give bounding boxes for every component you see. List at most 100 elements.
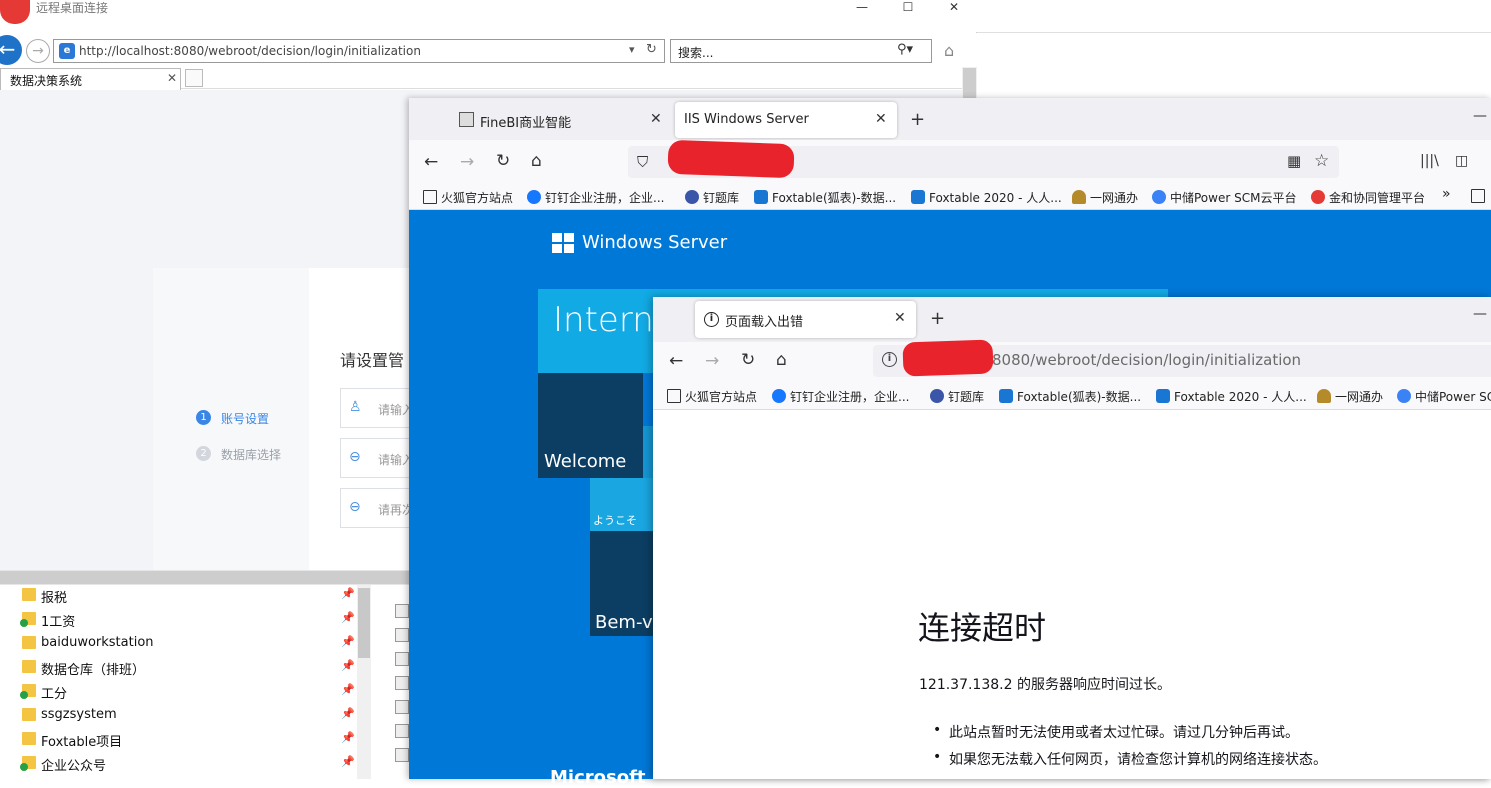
new-tab-icon[interactable]: + [930, 308, 945, 329]
quiz-icon [685, 190, 699, 204]
microsoft-footer: Microsoft [550, 767, 646, 788]
bookmark-item[interactable]: 金和协同管理平台 [1311, 189, 1425, 206]
folder-icon [22, 732, 36, 745]
pin-icon: 📌 [341, 659, 355, 672]
back-arrow-icon[interactable]: ← [424, 152, 438, 172]
ie-address-bar[interactable]: e http://localhost:8080/webroot/decision… [53, 39, 665, 63]
forward-arrow-icon[interactable]: → [460, 152, 474, 172]
step-label-database[interactable]: 数据库选择 [221, 446, 281, 463]
bookmark-item[interactable]: 火狐官方站点 [667, 388, 757, 405]
minimize-button[interactable]: — [842, 0, 882, 16]
info-icon[interactable]: i [882, 352, 897, 367]
forward-arrow-icon[interactable]: → [26, 39, 50, 63]
back-arrow-icon[interactable]: ← [669, 351, 683, 371]
close-button[interactable]: ✕ [934, 0, 974, 16]
ie-favicon-icon: e [59, 43, 75, 59]
jinhe-icon [1311, 190, 1325, 204]
lock-icon: ⊖ [349, 499, 361, 515]
search-icon[interactable]: ⚲▾ [897, 42, 913, 57]
dropdown-icon[interactable]: ▾ [629, 43, 635, 56]
list-item[interactable]: 企业公众号 📌 [18, 752, 358, 776]
cloud-icon [1397, 389, 1411, 403]
file-icon [395, 748, 409, 762]
minimize-button[interactable]: — [1473, 108, 1487, 124]
qr-code-icon[interactable]: ▦ [1287, 152, 1301, 170]
ff2-url-text[interactable]: 8080/webroot/decision/login/initializati… [992, 351, 1301, 369]
list-item[interactable]: Foxtable项目 📌 [18, 728, 358, 752]
shield-icon[interactable]: ⛉ [637, 153, 648, 171]
search-input[interactable]: 搜索... [678, 44, 713, 61]
folder-icon [22, 588, 36, 601]
pin-icon: 📌 [341, 635, 355, 648]
list-item[interactable]: 数据仓库（排班） 📌 [18, 656, 358, 680]
reload-icon[interactable]: ↻ [741, 350, 755, 370]
scrollbar-thumb[interactable] [358, 588, 370, 658]
more-bookmarks-icon[interactable]: » [1442, 186, 1451, 202]
folder-name: 报税 [41, 591, 68, 606]
file-icon [395, 724, 409, 738]
divider [977, 32, 1491, 33]
list-item[interactable]: baiduworkstation 📌 [18, 632, 358, 656]
rdp-window-title: 远程桌面连接 [36, 1, 109, 15]
ie-search-box[interactable]: 搜索... ⚲▾ [670, 39, 932, 63]
bookmark-label: 火狐官方站点 [685, 390, 758, 404]
bookmark-label: 火狐官方站点 [441, 191, 514, 205]
bookmark-label: 钉题库 [948, 390, 985, 404]
welcome-tile-text: Bem-vi [595, 612, 658, 633]
bookmark-item[interactable]: 一网通办 [1317, 388, 1383, 405]
bookmark-item[interactable]: 钉钉企业注册，企业... [527, 189, 664, 206]
file-icon [395, 628, 409, 642]
bookmark-star-icon[interactable]: ☆ [1314, 151, 1329, 171]
sidebar-icon[interactable]: ◫ [1455, 153, 1468, 169]
library-icon[interactable]: |||\ [1420, 153, 1439, 169]
home-icon[interactable]: ⌂ [531, 151, 542, 171]
list-item[interactable]: 工分 📌 [18, 680, 358, 704]
bookmark-label: 一网通办 [1090, 191, 1139, 205]
step-number: 2 [196, 446, 211, 461]
bookmark-label: 中储Power SC [1415, 390, 1491, 404]
bookmark-item[interactable] [1471, 189, 1489, 204]
bookmark-item[interactable]: 钉钉企业注册，企业... [772, 388, 909, 405]
foxtable-icon [754, 190, 768, 204]
bookmark-label: Foxtable(狐表)-数据... [1017, 390, 1142, 404]
bookmark-label: 钉题库 [703, 191, 740, 205]
bookmark-item[interactable]: Foxtable 2020 - 人人... [911, 189, 1062, 206]
welcome-tile-text: Welcome [544, 451, 627, 472]
bookmark-item[interactable]: 中储Power SC [1397, 388, 1491, 405]
sync-check-icon [20, 763, 28, 771]
ie-tab[interactable]: 数据决策系统 ✕ [0, 68, 181, 90]
bookmark-item[interactable]: 钉题库 [685, 189, 739, 206]
bookmark-item[interactable]: 一网通办 [1072, 189, 1138, 206]
file-icon [395, 700, 409, 714]
close-tab-icon[interactable]: ✕ [894, 310, 906, 326]
list-item[interactable]: 报税 📌 [18, 584, 358, 608]
bookmark-item[interactable]: 火狐官方站点 [423, 189, 513, 206]
refresh-icon[interactable]: ↻ [646, 42, 657, 57]
list-item[interactable]: 1工资 📌 [18, 608, 358, 632]
bookmark-item[interactable]: Foxtable 2020 - 人人... [1156, 388, 1307, 405]
new-tab-icon[interactable]: + [910, 109, 925, 130]
step-label-account[interactable]: 账号设置 [221, 410, 269, 427]
scrollbar-thumb[interactable] [963, 68, 976, 98]
close-tab-icon[interactable]: ✕ [167, 71, 177, 85]
close-tab-icon[interactable]: ✕ [875, 111, 887, 127]
redaction-mark [902, 339, 994, 377]
minimize-button[interactable]: — [1473, 306, 1487, 322]
forward-arrow-icon[interactable]: → [705, 351, 719, 371]
list-item[interactable]: ssgzsystem 📌 [18, 704, 358, 728]
maximize-button[interactable]: ☐ [888, 0, 928, 16]
new-tab-button[interactable] [185, 69, 203, 87]
bookmark-item[interactable]: 钉题库 [930, 388, 984, 405]
close-tab-icon[interactable]: ✕ [650, 111, 662, 127]
ie-url-text: http://localhost:8080/webroot/decision/l… [79, 44, 421, 58]
pin-icon: 📌 [341, 587, 355, 600]
bookmark-item[interactable]: Foxtable(狐表)-数据... [999, 388, 1141, 405]
bookmark-label: Foxtable(狐表)-数据... [772, 191, 897, 205]
file-icon [395, 676, 409, 690]
bookmark-item[interactable]: Foxtable(狐表)-数据... [754, 189, 896, 206]
home-icon[interactable]: ⌂ [944, 41, 954, 60]
bookmark-item[interactable]: 中储Power SCM云平台 [1152, 189, 1296, 206]
home-icon[interactable]: ⌂ [776, 350, 787, 370]
reload-icon[interactable]: ↻ [496, 151, 510, 171]
bookmark-label: Foxtable 2020 - 人人... [929, 191, 1062, 205]
